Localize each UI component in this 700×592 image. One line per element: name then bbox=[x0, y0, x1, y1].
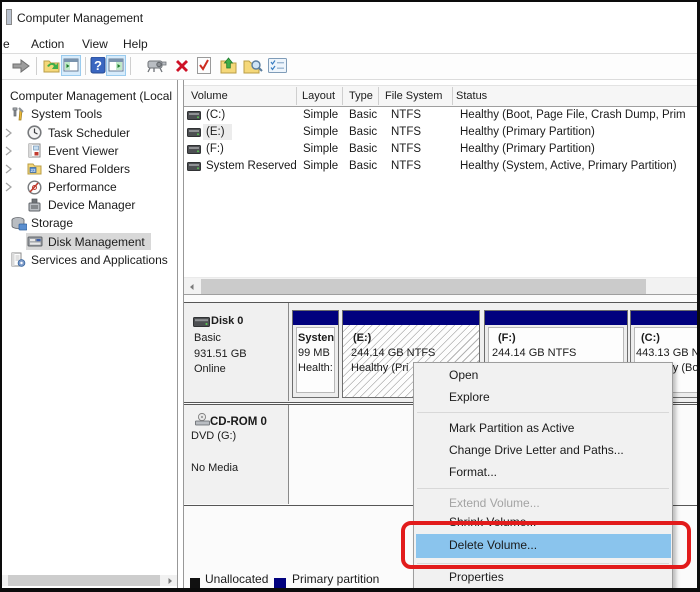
svg-text:?: ? bbox=[94, 58, 102, 73]
svg-text:23: 23 bbox=[30, 168, 36, 173]
